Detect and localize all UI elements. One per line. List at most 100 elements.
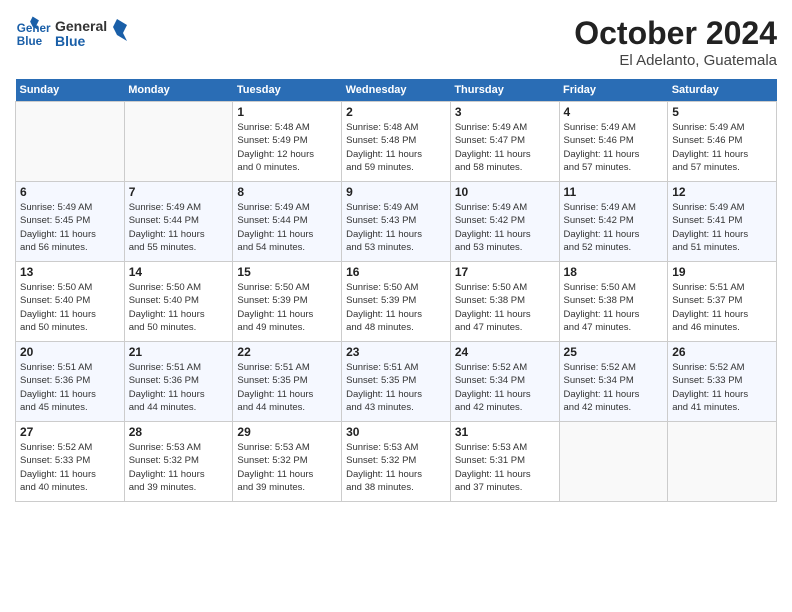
day-info: Sunrise: 5:52 AM Sunset: 5:34 PM Dayligh… <box>455 361 555 414</box>
calendar-cell: 21 Sunrise: 5:51 AM Sunset: 5:36 PM Dayli… <box>124 342 233 422</box>
calendar-cell <box>16 102 125 182</box>
day-info: Sunrise: 5:52 AM Sunset: 5:33 PM Dayligh… <box>672 361 772 414</box>
day-info: Sunrise: 5:50 AM Sunset: 5:38 PM Dayligh… <box>455 281 555 334</box>
day-number: 6 <box>20 185 120 199</box>
day-number: 1 <box>237 105 337 119</box>
day-number: 5 <box>672 105 772 119</box>
svg-text:Blue: Blue <box>17 35 43 48</box>
day-info: Sunrise: 5:49 AM Sunset: 5:42 PM Dayligh… <box>455 201 555 254</box>
day-number: 14 <box>129 265 229 279</box>
day-number: 10 <box>455 185 555 199</box>
calendar-cell: 28 Sunrise: 5:53 AM Sunset: 5:32 PM Dayli… <box>124 422 233 502</box>
week-row-1: 1 Sunrise: 5:48 AM Sunset: 5:49 PM Daylig… <box>16 102 777 182</box>
calendar-cell: 14 Sunrise: 5:50 AM Sunset: 5:40 PM Dayli… <box>124 262 233 342</box>
calendar-table: SundayMondayTuesdayWednesdayThursdayFrid… <box>15 79 777 502</box>
day-info: Sunrise: 5:53 AM Sunset: 5:32 PM Dayligh… <box>129 441 229 494</box>
day-info: Sunrise: 5:51 AM Sunset: 5:35 PM Dayligh… <box>237 361 337 414</box>
logo: General Blue General Blue <box>15 15 135 53</box>
day-info: Sunrise: 5:49 AM Sunset: 5:46 PM Dayligh… <box>672 121 772 174</box>
day-info: Sunrise: 5:51 AM Sunset: 5:35 PM Dayligh… <box>346 361 446 414</box>
day-number: 19 <box>672 265 772 279</box>
day-number: 28 <box>129 425 229 439</box>
calendar-cell: 7Sunrise: 5:49 AM Sunset: 5:44 PM Daylig… <box>124 182 233 262</box>
day-info: Sunrise: 5:50 AM Sunset: 5:40 PM Dayligh… <box>20 281 120 334</box>
calendar-cell <box>124 102 233 182</box>
day-info: Sunrise: 5:49 AM Sunset: 5:45 PM Dayligh… <box>20 201 120 254</box>
calendar-cell: 3Sunrise: 5:49 AM Sunset: 5:47 PM Daylig… <box>450 102 559 182</box>
day-number: 13 <box>20 265 120 279</box>
calendar-cell: 6 Sunrise: 5:49 AM Sunset: 5:45 PM Daylig… <box>16 182 125 262</box>
day-number: 27 <box>20 425 120 439</box>
day-info: Sunrise: 5:49 AM Sunset: 5:46 PM Dayligh… <box>564 121 664 174</box>
calendar-cell: 11 Sunrise: 5:49 AM Sunset: 5:42 PM Dayli… <box>559 182 668 262</box>
day-number: 16 <box>346 265 446 279</box>
week-row-4: 20 Sunrise: 5:51 AM Sunset: 5:36 PM Dayli… <box>16 342 777 422</box>
day-info: Sunrise: 5:52 AM Sunset: 5:34 PM Dayligh… <box>564 361 664 414</box>
calendar-cell <box>668 422 777 502</box>
day-number: 18 <box>564 265 664 279</box>
weekday-header-sunday: Sunday <box>16 79 125 102</box>
day-info: Sunrise: 5:51 AM Sunset: 5:36 PM Dayligh… <box>129 361 229 414</box>
day-number: 11 <box>564 185 664 199</box>
day-info: Sunrise: 5:52 AM Sunset: 5:33 PM Dayligh… <box>20 441 120 494</box>
day-info: Sunrise: 5:49 AM Sunset: 5:42 PM Dayligh… <box>564 201 664 254</box>
week-row-3: 13 Sunrise: 5:50 AM Sunset: 5:40 PM Dayli… <box>16 262 777 342</box>
month-title: October 2024 <box>574 15 777 52</box>
calendar-cell: 30 Sunrise: 5:53 AM Sunset: 5:32 PM Dayli… <box>342 422 451 502</box>
calendar-cell: 10 Sunrise: 5:49 AM Sunset: 5:42 PM Dayli… <box>450 182 559 262</box>
calendar-cell <box>559 422 668 502</box>
day-number: 24 <box>455 345 555 359</box>
day-number: 23 <box>346 345 446 359</box>
weekday-header-tuesday: Tuesday <box>233 79 342 102</box>
weekday-header-monday: Monday <box>124 79 233 102</box>
day-info: Sunrise: 5:50 AM Sunset: 5:39 PM Dayligh… <box>346 281 446 334</box>
day-info: Sunrise: 5:49 AM Sunset: 5:41 PM Dayligh… <box>672 201 772 254</box>
day-number: 20 <box>20 345 120 359</box>
day-info: Sunrise: 5:53 AM Sunset: 5:31 PM Dayligh… <box>455 441 555 494</box>
weekday-header-row: SundayMondayTuesdayWednesdayThursdayFrid… <box>16 79 777 102</box>
day-number: 21 <box>129 345 229 359</box>
calendar-cell: 9Sunrise: 5:49 AM Sunset: 5:43 PM Daylig… <box>342 182 451 262</box>
calendar-cell: 27 Sunrise: 5:52 AM Sunset: 5:33 PM Dayli… <box>16 422 125 502</box>
day-info: Sunrise: 5:50 AM Sunset: 5:40 PM Dayligh… <box>129 281 229 334</box>
day-info: Sunrise: 5:48 AM Sunset: 5:48 PM Dayligh… <box>346 121 446 174</box>
calendar-cell: 15 Sunrise: 5:50 AM Sunset: 5:39 PM Dayli… <box>233 262 342 342</box>
day-info: Sunrise: 5:50 AM Sunset: 5:38 PM Dayligh… <box>564 281 664 334</box>
day-info: Sunrise: 5:50 AM Sunset: 5:39 PM Dayligh… <box>237 281 337 334</box>
day-number: 17 <box>455 265 555 279</box>
calendar-cell: 5 Sunrise: 5:49 AM Sunset: 5:46 PM Daylig… <box>668 102 777 182</box>
day-number: 8 <box>237 185 337 199</box>
weekday-header-thursday: Thursday <box>450 79 559 102</box>
calendar-cell: 23 Sunrise: 5:51 AM Sunset: 5:35 PM Dayli… <box>342 342 451 422</box>
calendar-cell: 22 Sunrise: 5:51 AM Sunset: 5:35 PM Dayli… <box>233 342 342 422</box>
calendar-cell: 16 Sunrise: 5:50 AM Sunset: 5:39 PM Dayli… <box>342 262 451 342</box>
svg-text:General: General <box>55 18 107 34</box>
location: El Adelanto, Guatemala <box>574 52 777 69</box>
week-row-5: 27 Sunrise: 5:52 AM Sunset: 5:33 PM Dayli… <box>16 422 777 502</box>
svg-text:Blue: Blue <box>55 33 86 49</box>
day-number: 22 <box>237 345 337 359</box>
day-number: 25 <box>564 345 664 359</box>
calendar-cell: 4Sunrise: 5:49 AM Sunset: 5:46 PM Daylig… <box>559 102 668 182</box>
day-info: Sunrise: 5:49 AM Sunset: 5:44 PM Dayligh… <box>237 201 337 254</box>
day-number: 15 <box>237 265 337 279</box>
calendar-cell: 1 Sunrise: 5:48 AM Sunset: 5:49 PM Daylig… <box>233 102 342 182</box>
calendar-cell: 17 Sunrise: 5:50 AM Sunset: 5:38 PM Dayli… <box>450 262 559 342</box>
calendar-cell: 19Sunrise: 5:51 AM Sunset: 5:37 PM Dayli… <box>668 262 777 342</box>
weekday-header-saturday: Saturday <box>668 79 777 102</box>
day-number: 31 <box>455 425 555 439</box>
calendar-cell: 8 Sunrise: 5:49 AM Sunset: 5:44 PM Daylig… <box>233 182 342 262</box>
calendar-cell: 2Sunrise: 5:48 AM Sunset: 5:48 PM Daylig… <box>342 102 451 182</box>
day-info: Sunrise: 5:48 AM Sunset: 5:49 PM Dayligh… <box>237 121 337 174</box>
day-info: Sunrise: 5:49 AM Sunset: 5:43 PM Dayligh… <box>346 201 446 254</box>
day-number: 7 <box>129 185 229 199</box>
day-info: Sunrise: 5:53 AM Sunset: 5:32 PM Dayligh… <box>346 441 446 494</box>
calendar-cell: 29 Sunrise: 5:53 AM Sunset: 5:32 PM Dayli… <box>233 422 342 502</box>
calendar-cell: 20Sunrise: 5:51 AM Sunset: 5:36 PM Dayli… <box>16 342 125 422</box>
day-number: 30 <box>346 425 446 439</box>
day-info: Sunrise: 5:53 AM Sunset: 5:32 PM Dayligh… <box>237 441 337 494</box>
calendar-cell: 31 Sunrise: 5:53 AM Sunset: 5:31 PM Dayli… <box>450 422 559 502</box>
calendar-cell: 18 Sunrise: 5:50 AM Sunset: 5:38 PM Dayli… <box>559 262 668 342</box>
day-number: 12 <box>672 185 772 199</box>
day-number: 29 <box>237 425 337 439</box>
